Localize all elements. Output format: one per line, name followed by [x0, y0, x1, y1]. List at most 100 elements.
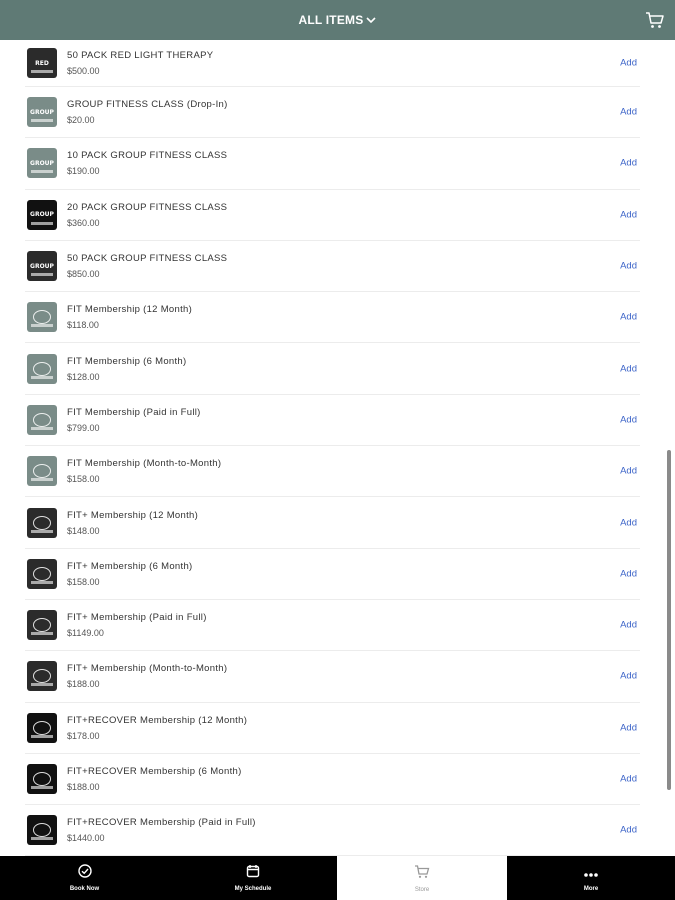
item-price: $190.00	[67, 166, 100, 177]
item-list[interactable]: RED 50 PACK RED LIGHT THERAPY $500.00 Add GR…	[25, 40, 640, 856]
item-thumbnail: GROUP	[27, 148, 57, 179]
item-info: FIT Membership (12 Month) $118.00	[67, 303, 640, 331]
add-button[interactable]: Add	[620, 825, 637, 836]
check-circle-icon	[77, 864, 92, 883]
add-button[interactable]: Add	[620, 158, 637, 169]
logo-band	[31, 170, 53, 174]
item-info: FIT+ Membership (12 Month) $148.00	[67, 509, 640, 537]
add-button[interactable]: Add	[620, 466, 637, 477]
list-item[interactable]: FIT+ Membership (Month-to-Month) $188.00 A…	[25, 651, 640, 703]
item-price: $850.00	[67, 269, 100, 280]
logo-band	[31, 786, 53, 789]
item-price: $20.00	[67, 115, 95, 126]
logo-band	[31, 580, 53, 584]
list-item[interactable]: GROUP 10 PACK GROUP FITNESS CLASS $190.00 A…	[25, 138, 640, 190]
list-item[interactable]: FIT Membership (Paid in Full) $799.00 Add	[25, 395, 640, 447]
tab-more[interactable]: More	[507, 856, 675, 900]
list-item[interactable]: FIT+RECOVER Membership (12 Month) $178.00…	[25, 703, 640, 754]
add-button[interactable]: Add	[620, 620, 637, 631]
item-name: 50 PACK RED LIGHT THERAPY	[67, 50, 214, 61]
item-name: FIT Membership (12 Month)	[67, 304, 193, 316]
tab-label: Store	[414, 886, 430, 893]
logo-band	[31, 375, 53, 379]
add-button[interactable]: Add	[620, 107, 637, 118]
item-info: 50 PACK RED LIGHT THERAPY $500.00	[67, 49, 640, 77]
item-thumbnail: GROUP	[27, 199, 57, 230]
item-name: 10 PACK GROUP FITNESS CLASS	[67, 150, 228, 162]
add-button[interactable]: Add	[620, 671, 637, 682]
thumbnail-logo-text: RED	[35, 59, 49, 67]
logo-band	[31, 273, 53, 277]
item-name: FIT Membership (Paid in Full)	[67, 406, 201, 418]
list-item[interactable]: RED 50 PACK RED LIGHT THERAPY $500.00 Add	[25, 40, 640, 87]
item-price: $188.00	[67, 679, 100, 690]
tab-label: Book Now	[69, 886, 100, 892]
item-thumbnail	[27, 558, 57, 589]
item-info: FIT+ Membership (Paid in Full) $1149.00	[67, 611, 640, 639]
item-info: FIT Membership (6 Month) $128.00	[67, 355, 640, 383]
logo-band	[31, 529, 53, 533]
scrollbar[interactable]	[667, 450, 671, 790]
item-name: FIT+ Membership (6 Month)	[67, 560, 193, 572]
logo-band	[31, 478, 53, 482]
tab-store[interactable]: Store	[337, 856, 507, 900]
item-price: $1440.00	[67, 833, 105, 844]
item-thumbnail	[27, 302, 57, 333]
add-button[interactable]: Add	[620, 312, 637, 323]
add-button[interactable]: Add	[620, 722, 637, 733]
list-item[interactable]: FIT+ Membership (6 Month) $158.00 Add	[25, 549, 640, 600]
item-thumbnail	[27, 404, 57, 435]
item-info: FIT+ Membership (Month-to-Month) $188.00	[67, 662, 640, 690]
item-price: $178.00	[67, 730, 100, 741]
list-item[interactable]: GROUP GROUP FITNESS CLASS (Drop-In) $20.00…	[25, 87, 640, 139]
tab-my-schedule[interactable]: My Schedule	[169, 856, 337, 900]
more-dots-icon	[583, 865, 599, 883]
item-name: FIT+ Membership (12 Month)	[67, 509, 199, 521]
list-item[interactable]: GROUP 50 PACK GROUP FITNESS CLASS $850.00 A…	[25, 241, 640, 293]
logo-band	[31, 632, 53, 636]
logo-ring-icon	[33, 618, 51, 633]
add-button[interactable]: Add	[620, 58, 637, 69]
item-price: $1149.00	[67, 628, 104, 639]
item-thumbnail	[27, 661, 57, 692]
item-info: FIT+RECOVER Membership (Paid in Full) $14…	[67, 816, 640, 844]
list-item[interactable]: FIT Membership (12 Month) $118.00 Add	[25, 292, 640, 344]
list-item[interactable]: FIT+RECOVER Membership (6 Month) $188.00 A…	[25, 754, 640, 806]
cart-button[interactable]	[645, 10, 665, 30]
add-button[interactable]: Add	[620, 261, 637, 272]
logo-ring-icon	[33, 669, 51, 684]
calendar-icon	[246, 864, 260, 883]
logo-ring-icon	[33, 515, 51, 530]
item-info: FIT Membership (Paid in Full) $799.00	[67, 406, 640, 434]
add-button[interactable]: Add	[620, 517, 637, 528]
item-price: $188.00	[67, 782, 100, 792]
list-item[interactable]: FIT Membership (6 Month) $128.00 Add	[25, 343, 640, 395]
item-price: $128.00	[67, 371, 100, 382]
thumbnail-logo-text: GROUP	[30, 159, 54, 167]
item-name: FIT Membership (6 Month)	[67, 355, 187, 367]
category-dropdown[interactable]: ALL ITEMS	[299, 13, 377, 27]
category-title: ALL ITEMS	[298, 13, 364, 27]
logo-band	[31, 426, 53, 430]
item-name: FIT+RECOVER Membership (Paid in Full)	[67, 817, 256, 829]
list-item[interactable]: FIT+RECOVER Membership (Paid in Full) $14…	[25, 805, 640, 856]
thumbnail-logo-text: GROUP	[30, 262, 54, 270]
logo-ring-icon	[33, 310, 51, 325]
add-button[interactable]: Add	[620, 363, 637, 374]
logo-ring-icon	[33, 566, 51, 581]
list-item[interactable]: FIT Membership (Month-to-Month) $158.00 Ad…	[25, 446, 640, 498]
item-name: FIT+RECOVER Membership (6 Month)	[67, 766, 242, 777]
list-item[interactable]: FIT+ Membership (Paid in Full) $1149.00 Ad…	[25, 600, 640, 652]
item-thumbnail	[27, 764, 57, 794]
add-button[interactable]: Add	[620, 568, 637, 579]
add-button[interactable]: Add	[620, 209, 637, 220]
thumbnail-logo-text: GROUP	[30, 108, 54, 116]
tab-book-now[interactable]: Book Now	[0, 856, 169, 900]
tab-label: More	[583, 885, 599, 892]
add-button[interactable]: Add	[620, 414, 637, 425]
add-button[interactable]: Add	[620, 774, 637, 785]
item-name: FIT+ Membership (Paid in Full)	[67, 612, 207, 624]
list-item[interactable]: GROUP 20 PACK GROUP FITNESS CLASS $360.00 A…	[25, 190, 640, 241]
item-name: FIT+RECOVER Membership (12 Month)	[67, 714, 248, 726]
list-item[interactable]: FIT+ Membership (12 Month) $148.00 Add	[25, 497, 640, 549]
